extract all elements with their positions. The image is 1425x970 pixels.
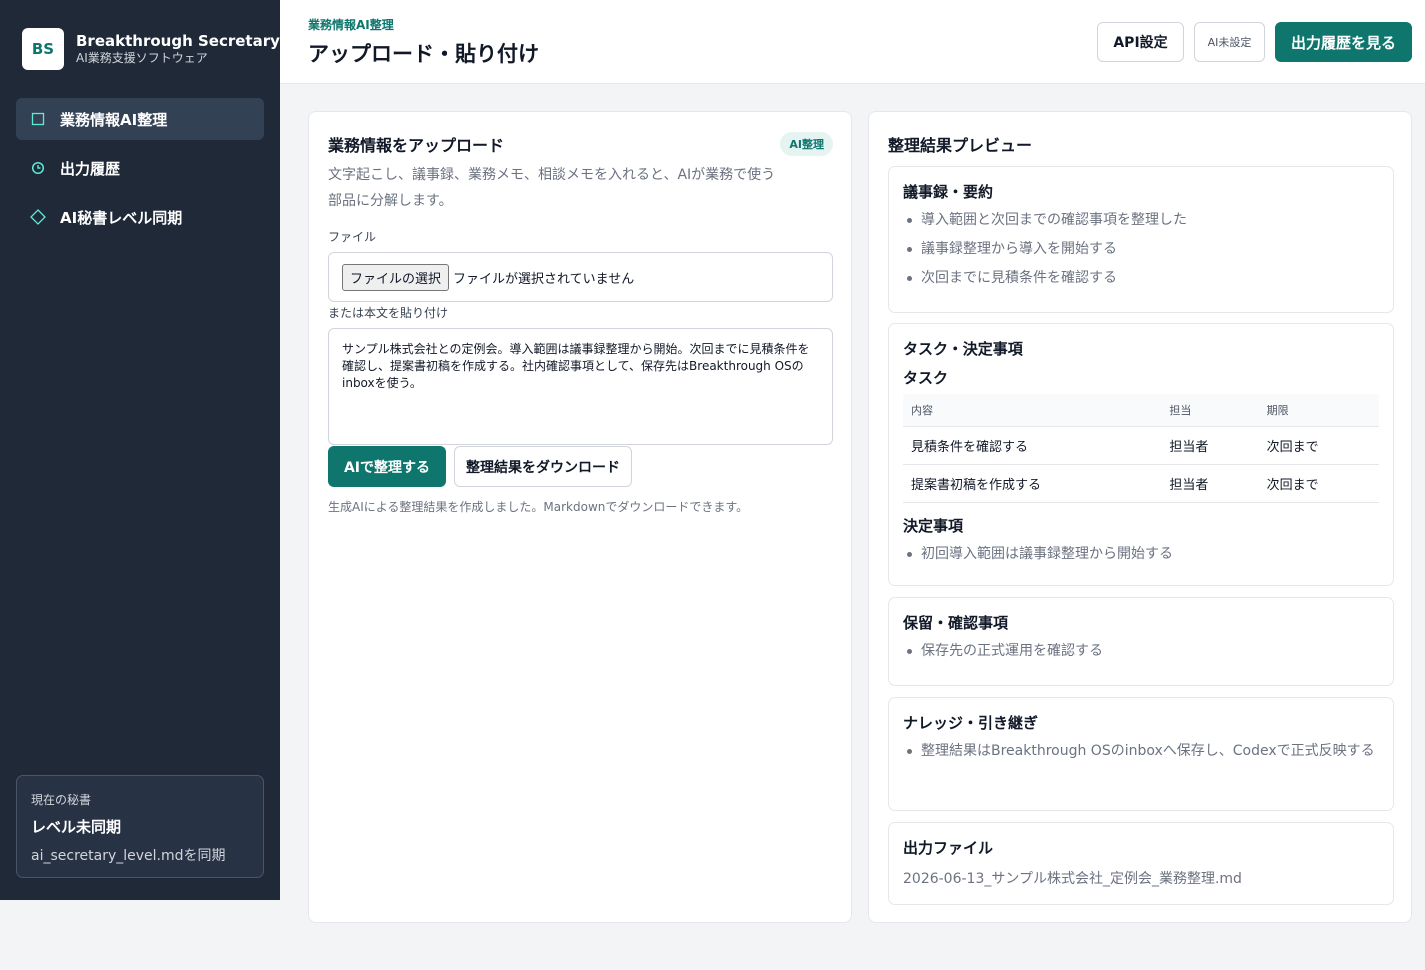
- page-title: アップロード・貼り付け: [308, 42, 539, 66]
- file-label: ファイル: [328, 230, 377, 244]
- sidebar-item-history[interactable]: 出力履歴: [16, 147, 264, 189]
- output-file-path: 2026-06-13_サンプル株式会社_定例会_業務整理.md: [903, 871, 1242, 887]
- upload-description: 文字起こし、議事録、業務メモ、相談メモを入れると、AIが業務で使う部品に分解しま…: [328, 167, 776, 209]
- file-input[interactable]: ファイルの選択 ファイルが選択されていません: [328, 252, 833, 302]
- table-cell: 提案書初稿を作成する: [903, 464, 1162, 503]
- output-file-card: 出力ファイル 2026-06-13_サンプル株式会社_定例会_業務整理.md: [888, 822, 1394, 905]
- output-title: 出力ファイル: [903, 839, 994, 857]
- sidebar-item-label: 業務情報AI整理: [60, 110, 168, 129]
- preview-title: 整理結果プレビュー: [888, 136, 1033, 155]
- ai-status-button[interactable]: AI未設定: [1194, 22, 1265, 62]
- column-header: 期限: [1258, 394, 1379, 427]
- download-button[interactable]: 整理結果をダウンロード: [454, 446, 632, 487]
- clock-icon: [30, 160, 46, 176]
- knowledge-list: 整理結果はBreakthrough OSのinboxへ保存し、Codexで正式反…: [903, 739, 1379, 763]
- decision-list: 初回導入範囲は議事録整理から開始する: [903, 542, 1379, 566]
- task-heading: タスク: [903, 369, 949, 387]
- sidebar-nav: 業務情報AI整理 出力履歴 AI秘書レベル同期: [16, 98, 264, 245]
- table-cell: 次回まで: [1258, 426, 1379, 465]
- api-settings-button[interactable]: API設定: [1097, 22, 1184, 62]
- table-cell: 担当者: [1161, 464, 1259, 503]
- sidebar-item-level-sync[interactable]: AI秘書レベル同期: [16, 196, 264, 238]
- list-item: 整理結果はBreakthrough OSのinboxへ保存し、Codexで正式反…: [903, 739, 1379, 763]
- view-history-button[interactable]: 出力履歴を見る: [1275, 22, 1412, 62]
- choose-file-button[interactable]: ファイルの選択: [342, 263, 450, 291]
- secretary-sync-hint: ai_secretary_level.mdを同期: [31, 848, 226, 864]
- sidebar-item-organize[interactable]: 業務情報AI整理: [16, 98, 264, 140]
- secretary-level: レベル未同期: [31, 818, 122, 836]
- list-item: 保存先の正式運用を確認する: [903, 639, 1379, 663]
- square-icon: [30, 111, 46, 127]
- secretary-label: 現在の秘書: [31, 793, 92, 807]
- table-row: 見積条件を確認する 担当者 次回まで: [903, 426, 1379, 465]
- current-secretary-card: 現在の秘書 レベル未同期 ai_secretary_level.mdを同期: [16, 775, 264, 878]
- table-row: 提案書初稿を作成する 担当者 次回まで: [903, 464, 1379, 503]
- table-cell: 次回まで: [1258, 464, 1379, 503]
- sidebar-item-label: AI秘書レベル同期: [60, 208, 183, 227]
- paste-label: または本文を貼り付け: [328, 306, 449, 320]
- page-header: 業務情報AI整理 アップロード・貼り付け API設定 AI未設定 出力履歴を見る: [280, 0, 1425, 84]
- list-item: 次回までに見積条件を確認する: [903, 266, 1379, 290]
- file-status: ファイルが選択されていません: [453, 271, 635, 287]
- table-cell: 見積条件を確認する: [903, 426, 1162, 465]
- list-item: 初回導入範囲は議事録整理から開始する: [903, 542, 1379, 566]
- brand-logo: BS: [22, 28, 64, 70]
- upload-panel: 業務情報をアップロード AI整理 文字起こし、議事録、業務メモ、相談メモを入れる…: [308, 111, 852, 923]
- knowledge-title: ナレッジ・引き継ぎ: [903, 714, 1039, 732]
- ai-badge: AI整理: [780, 132, 833, 156]
- brand-name: Breakthrough Secretary: [76, 32, 280, 50]
- table-cell: 担当者: [1161, 426, 1259, 465]
- brand-subtitle: AI業務支援ソフトウェア: [76, 51, 208, 65]
- summary-title: 議事録・要約: [903, 183, 994, 201]
- breadcrumb: 業務情報AI整理: [308, 18, 394, 32]
- sidebar-item-label: 出力履歴: [60, 159, 121, 178]
- task-table: 内容 担当 期限 見積条件を確認する 担当者 次回まで 提案書初稿を作成する 担…: [903, 394, 1379, 503]
- column-header: 担当: [1161, 394, 1259, 427]
- decision-heading: 決定事項: [903, 517, 964, 535]
- pending-title: 保留・確認事項: [903, 614, 1009, 632]
- sidebar: BS Breakthrough Secretary AI業務支援ソフトウェア 業…: [0, 0, 280, 900]
- preview-panel: 整理結果プレビュー 議事録・要約 導入範囲と次回までの確認事項を整理した 議事録…: [868, 111, 1412, 923]
- paste-textarea[interactable]: サンプル株式会社との定例会。導入範囲は議事録整理から開始。次回までに見積条件を確…: [328, 328, 833, 445]
- list-item: 導入範囲と次回までの確認事項を整理した: [903, 208, 1379, 232]
- diamond-icon: [30, 209, 46, 225]
- tasks-card: タスク・決定事項 タスク 内容 担当 期限 見積条件を確認する 担当者 次回まで…: [888, 323, 1394, 586]
- status-message: 生成AIによる整理結果を作成しました。Markdownでダウンロードできます。: [328, 500, 749, 514]
- upload-title: 業務情報をアップロード: [328, 136, 505, 155]
- summary-card: 議事録・要約 導入範囲と次回までの確認事項を整理した 議事録整理から導入を開始す…: [888, 166, 1394, 313]
- pending-list: 保存先の正式運用を確認する: [903, 639, 1379, 663]
- brand: BS Breakthrough Secretary AI業務支援ソフトウェア: [22, 28, 280, 70]
- tasks-title: タスク・決定事項: [903, 340, 1023, 358]
- table-header-row: 内容 担当 期限: [903, 394, 1379, 427]
- knowledge-card: ナレッジ・引き継ぎ 整理結果はBreakthrough OSのinboxへ保存し…: [888, 697, 1394, 811]
- list-item: 議事録整理から導入を開始する: [903, 237, 1379, 261]
- column-header: 内容: [903, 394, 1162, 427]
- organize-button[interactable]: AIで整理する: [328, 446, 446, 487]
- summary-list: 導入範囲と次回までの確認事項を整理した 議事録整理から導入を開始する 次回までに…: [903, 208, 1379, 290]
- pending-card: 保留・確認事項 保存先の正式運用を確認する: [888, 597, 1394, 686]
